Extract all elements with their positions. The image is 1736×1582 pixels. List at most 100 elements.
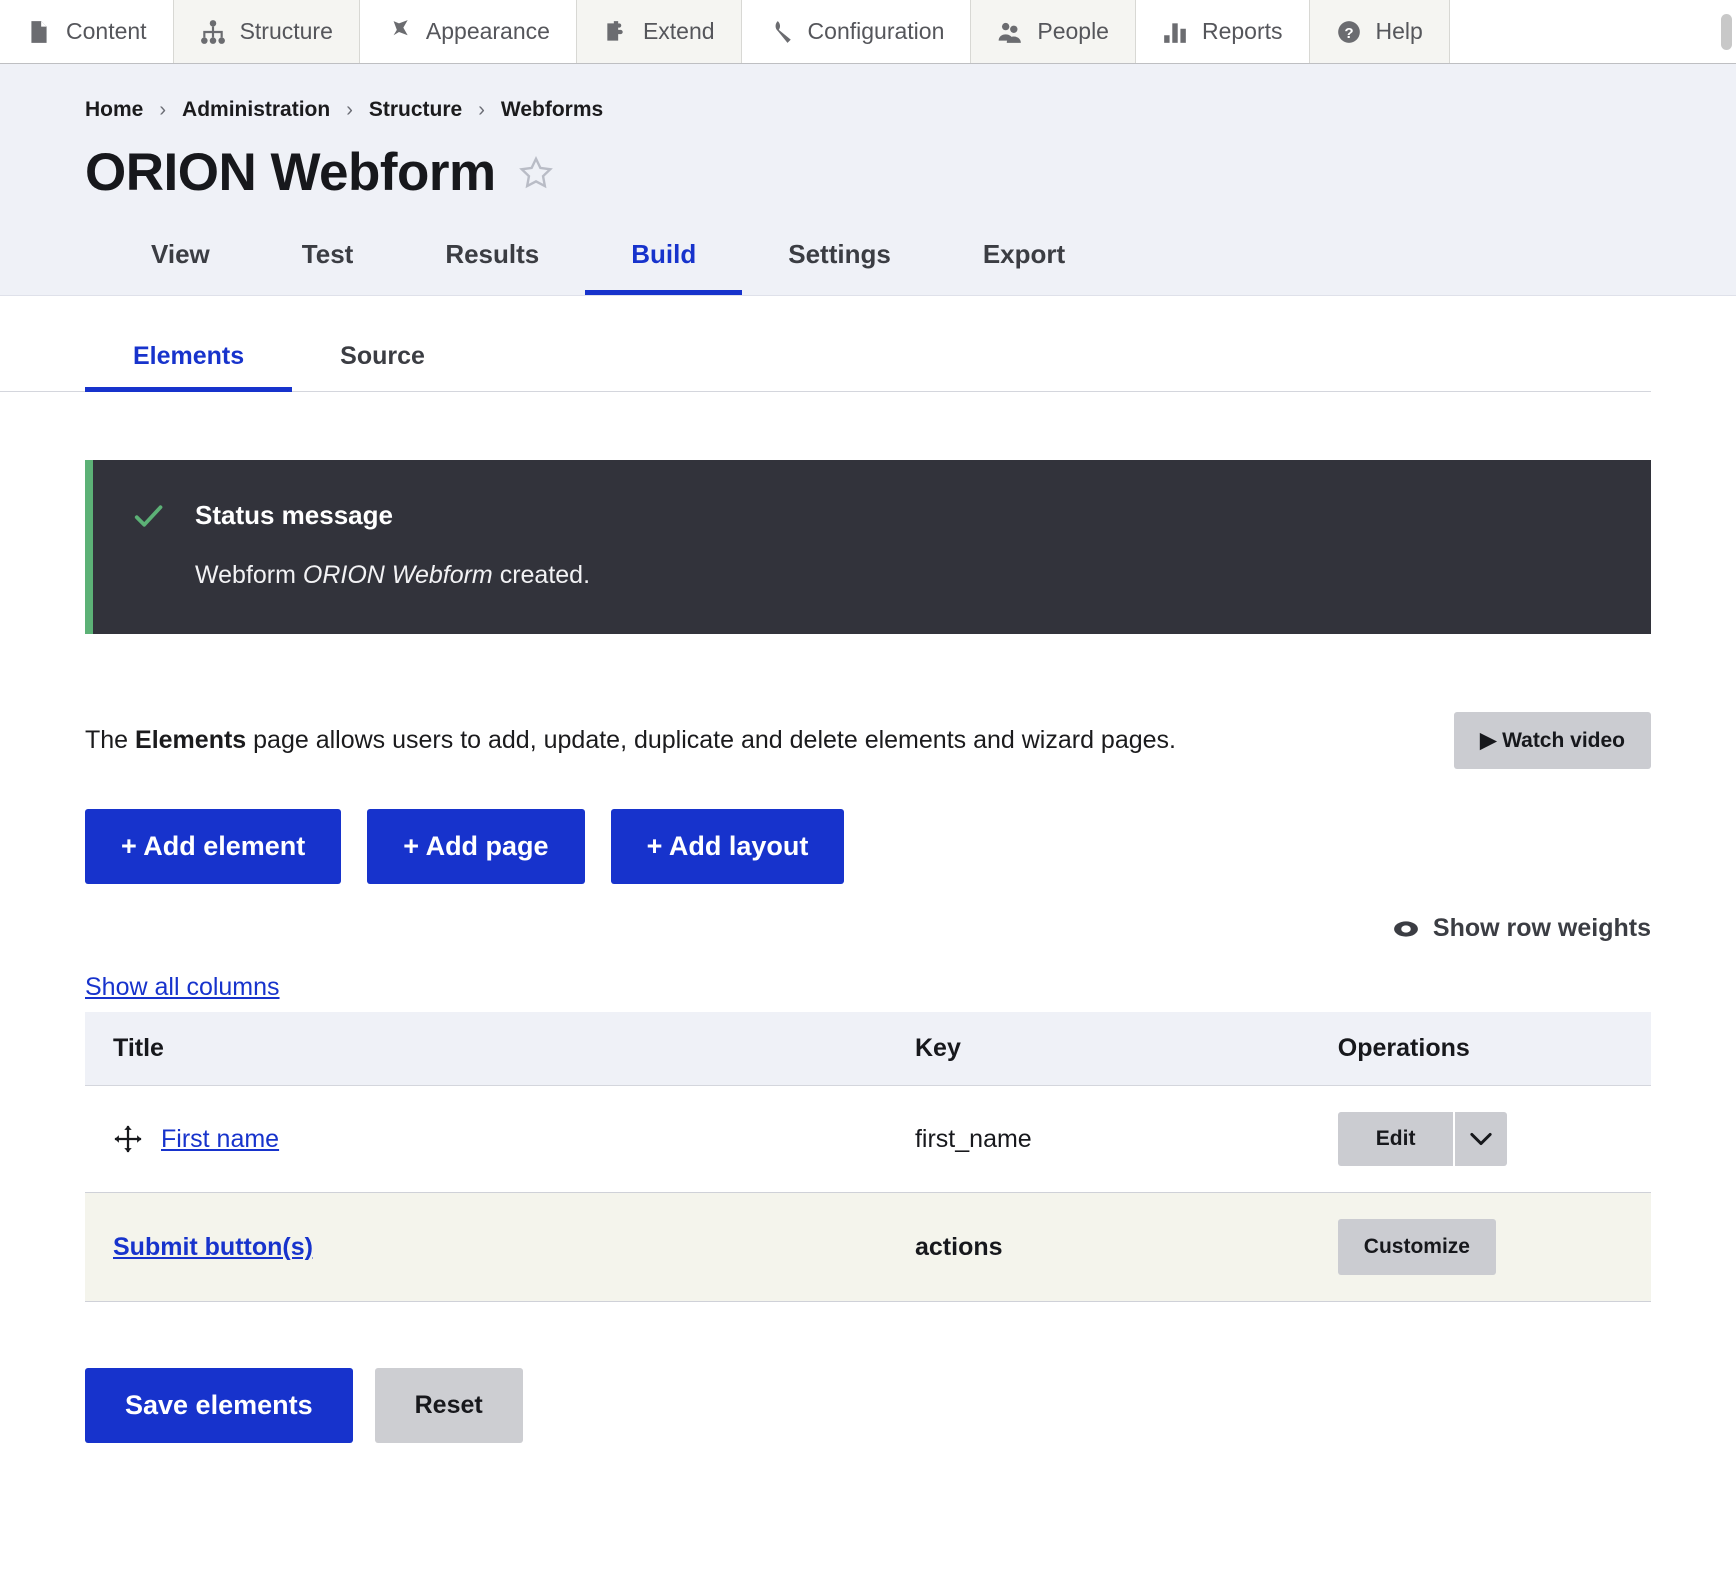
toolbar-item-help[interactable]: ? Help [1309,0,1450,63]
toolbar-item-structure[interactable]: Structure [173,0,360,63]
edit-button[interactable]: Edit [1338,1112,1456,1166]
toolbar-item-extend[interactable]: Extend [576,0,742,63]
row-title-wrapper: Submit button(s) [85,1233,915,1262]
breadcrumb-separator-icon: › [346,98,353,121]
elements-table: Title Key Operations First name first_na… [85,1012,1651,1302]
toolbar-item-appearance[interactable]: Appearance [359,0,577,63]
primary-tabs: View Test Results Build Settings Export [0,229,1736,295]
tab-elements[interactable]: Elements [85,326,293,392]
secondary-tabs: Elements Source [0,326,1651,392]
people-icon [998,22,1022,43]
page-scrollbar-thumb[interactable] [1721,14,1732,50]
breadcrumb-separator-icon: › [159,98,167,121]
show-row-weights-link[interactable]: Show row weights [1393,914,1651,943]
status-message: Status message Webform ORION Webform cre… [85,460,1651,634]
status-message-inner: Status message Webform ORION Webform cre… [133,500,1611,590]
description-part1: The [85,726,136,755]
toolbar-label: People [1037,18,1109,44]
admin-toolbar: Content Structure Appearance Extend Conf… [0,0,1736,64]
chevron-down-icon [1470,1132,1493,1146]
page-header: Home › Administration › Structure › Webf… [0,64,1736,296]
eye-icon [1394,920,1418,937]
tab-settings[interactable]: Settings [742,229,937,295]
breadcrumb-item-home[interactable]: Home [85,98,143,122]
edit-dropbutton: Edit [1337,1112,1508,1166]
tab-source[interactable]: Source [292,326,473,392]
breadcrumb-item-structure[interactable]: Structure [369,98,462,122]
star-outline-icon[interactable] [518,155,554,191]
status-message-title: Status message [195,500,393,530]
status-text-emphasis: ORION Webform [302,561,493,589]
main-content: Elements Source Status message Webform O… [0,326,1736,1443]
page-title: ORION Webform [85,143,496,202]
status-text-after: created. [492,561,591,589]
toolbar-label: Appearance [425,18,550,44]
show-all-columns-link[interactable]: Show all columns [85,973,280,1002]
add-buttons-group: + Add element + Add page + Add layout [85,809,1651,884]
elements-description: The Elements page allows users to add, u… [85,724,1176,757]
sitemap-icon [200,19,225,44]
toolbar-label: Reports [1201,18,1283,44]
row-title-wrapper: First name [85,1124,915,1154]
column-header-operations: Operations [1337,1012,1651,1086]
toolbar-item-configuration[interactable]: Configuration [741,0,972,63]
tab-build[interactable]: Build [585,229,743,295]
row-title-cell: First name [85,1085,915,1193]
breadcrumb-item-webforms[interactable]: Webforms [501,98,603,122]
row-operations-cell: Customize [1337,1192,1651,1302]
tab-results[interactable]: Results [399,229,585,295]
toolbar-item-people[interactable]: People [971,0,1136,63]
add-page-button[interactable]: + Add page [367,809,585,884]
toolbar-item-reports[interactable]: Reports [1135,0,1310,63]
element-link-first-name[interactable]: First name [161,1125,279,1154]
description-row: The Elements page allows users to add, u… [85,712,1651,769]
add-layout-button[interactable]: + Add layout [610,809,845,884]
table-row: First name first_name Edit [85,1085,1651,1193]
row-operations-cell: Edit [1337,1085,1651,1193]
toolbar-empty-space [1449,0,1736,63]
tab-test[interactable]: Test [256,229,400,295]
description-bold: Elements [135,726,247,755]
description-part2: page allows users to add, update, duplic… [246,726,1176,755]
form-actions: Save elements Reset [85,1368,1651,1443]
toolbar-label: Extend [642,18,715,44]
toolbar-label: Content [66,18,147,44]
row-title-cell: Submit button(s) [85,1192,915,1302]
tab-view[interactable]: View [105,229,256,295]
elements-table-body: First name first_name Edit Submit button… [85,1085,1651,1302]
save-elements-button[interactable]: Save elements [85,1368,353,1443]
row-key-cell: first_name [914,1085,1338,1193]
breadcrumb-separator-icon: › [478,98,485,121]
status-message-header: Status message [133,500,1611,531]
question-mark-icon: ? [1337,20,1360,43]
customize-button[interactable]: Customize [1337,1219,1496,1275]
status-text-before: Webform [195,561,303,589]
tab-export[interactable]: Export [937,229,1111,295]
element-link-submit-buttons[interactable]: Submit button(s) [113,1233,313,1262]
column-header-key: Key [914,1012,1338,1086]
edit-dropdown-toggle[interactable] [1455,1112,1507,1166]
breadcrumb-item-administration[interactable]: Administration [182,98,330,122]
toolbar-label: Structure [239,18,333,44]
reset-button[interactable]: Reset [374,1368,523,1443]
watch-video-button[interactable]: ▶ Watch video [1454,712,1651,769]
show-row-weights-label: Show row weights [1432,914,1651,942]
elements-table-head: Title Key Operations [85,1012,1651,1086]
table-header-row: Title Key Operations [85,1012,1651,1086]
puzzle-icon [607,20,623,41]
toolbar-item-content[interactable]: Content [0,0,174,63]
move-handle-icon[interactable] [113,1124,143,1154]
check-icon [134,504,163,527]
paintbrush-icon [393,19,408,35]
wrench-icon [775,20,791,43]
toolbar-label: Configuration [807,18,945,44]
title-row: ORION Webform [0,142,1736,203]
add-element-button[interactable]: + Add element [85,809,342,884]
document-icon [31,20,47,43]
svg-text:?: ? [1344,24,1353,41]
toolbar-label: Help [1375,18,1423,44]
table-row: Submit button(s) actions Customize [85,1192,1651,1302]
breadcrumb: Home › Administration › Structure › Webf… [0,98,1736,122]
show-row-weights-row: Show row weights [85,914,1651,943]
bar-chart-icon [1164,22,1186,43]
